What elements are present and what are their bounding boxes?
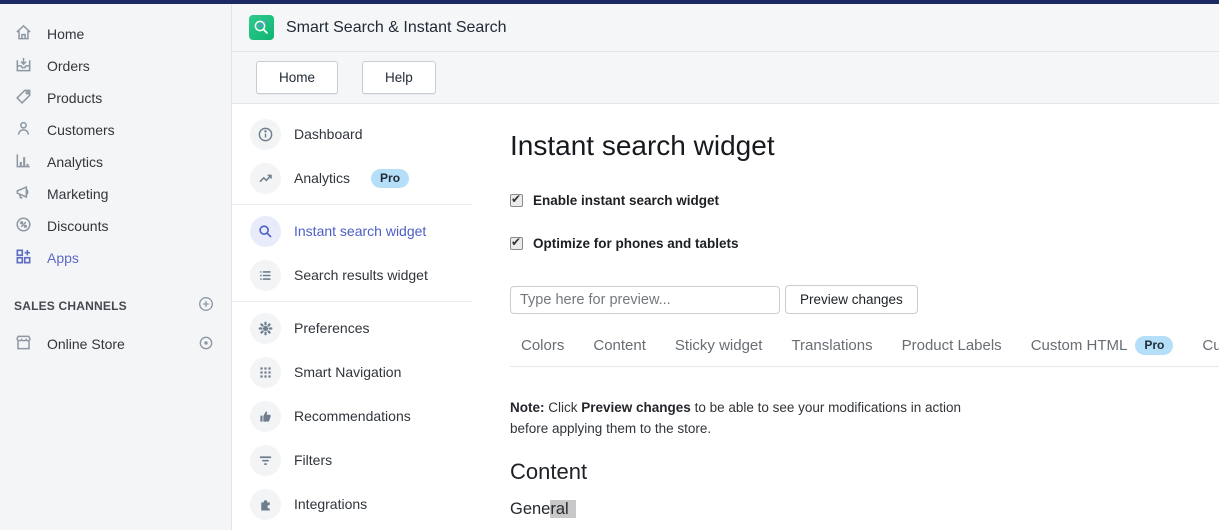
- note-prefix: Note:: [510, 400, 545, 415]
- app-nav-filters[interactable]: Filters: [232, 438, 472, 482]
- page-title: Instant search widget: [510, 130, 775, 161]
- app-nav-label: Smart Navigation: [294, 364, 402, 380]
- app-nav-label: Filters: [294, 452, 333, 468]
- apps-icon: [14, 247, 33, 269]
- app-sidebar: Dashboard Analytics Pro Instant search w…: [232, 104, 472, 530]
- sidebar-item-label: Orders: [47, 58, 90, 74]
- app-title-bar: Smart Search & Instant Search: [232, 4, 1219, 52]
- analytics-icon: [14, 151, 33, 173]
- sidebar-divider: [232, 204, 472, 205]
- tabs-divider: [510, 366, 1219, 367]
- shopify-sidebar: Home Orders Products Customers Analytics…: [0, 4, 232, 530]
- app-nav-label: Dashboard: [294, 126, 363, 142]
- list-icon: [250, 259, 281, 291]
- sidebar-item-label: Home: [47, 26, 85, 42]
- app-nav-recommendations[interactable]: Recommendations: [232, 394, 472, 438]
- app-logo-icon: [249, 15, 274, 40]
- main-content: Instant search widget Enable instant sea…: [472, 104, 1219, 530]
- sidebar-item-customers[interactable]: Customers: [0, 114, 231, 146]
- sidebar-divider: [232, 301, 472, 302]
- note-bold: Preview changes: [581, 400, 691, 415]
- checkbox-checked[interactable]: [510, 235, 523, 250]
- content-section-heading: Content: [510, 458, 588, 484]
- discount-icon: [14, 215, 33, 237]
- pro-badge: Pro: [371, 168, 410, 188]
- app-nav-label: Analytics: [294, 170, 351, 186]
- app-nav-instant-search-widget[interactable]: Instant search widget: [232, 209, 472, 253]
- sidebar-item-analytics[interactable]: Analytics: [0, 146, 231, 178]
- sidebar-item-home[interactable]: Home: [0, 18, 231, 50]
- app-title: Smart Search & Instant Search: [286, 18, 507, 36]
- sidebar-item-orders[interactable]: Orders: [0, 50, 231, 82]
- tab-sticky-widget[interactable]: Sticky widget: [675, 337, 763, 354]
- settings-tabs: Colors Content Sticky widget Translation…: [510, 336, 1219, 355]
- app-nav-search-results-widget[interactable]: Search results widget: [232, 253, 472, 297]
- sidebar-item-products[interactable]: Products: [0, 82, 231, 114]
- tab-custom-clipped[interactable]: Custom: [1202, 337, 1219, 354]
- sales-channels-header: SALES CHANNELS: [0, 296, 231, 316]
- sidebar-item-online-store[interactable]: Online Store: [0, 328, 231, 360]
- sidebar-item-label: Customers: [47, 122, 115, 138]
- filter-icon: [250, 444, 281, 476]
- checkbox-checked[interactable]: [510, 192, 523, 207]
- tab-label: Custom HTML: [1030, 337, 1128, 354]
- info-icon: [250, 118, 281, 150]
- view-eye-icon[interactable]: [197, 334, 215, 355]
- sidebar-item-label: Products: [47, 90, 103, 106]
- app-nav-label: Instant search widget: [294, 223, 427, 239]
- tab-content[interactable]: Content: [593, 337, 646, 354]
- sidebar-item-marketing[interactable]: Marketing: [0, 178, 231, 210]
- app-nav-smart-navigation[interactable]: Smart Navigation: [232, 350, 472, 394]
- add-channel-icon[interactable]: [197, 295, 215, 318]
- thumbs-up-icon: [250, 400, 281, 432]
- preview-input[interactable]: [510, 285, 780, 314]
- app-toolbar: Home Help: [232, 52, 1219, 104]
- sidebar-item-discounts[interactable]: Discounts: [0, 210, 231, 242]
- tab-custom-html[interactable]: Custom HTML Pro: [1031, 336, 1174, 355]
- optimize-mobile-checkbox-row[interactable]: Optimize for phones and tablets: [510, 235, 1219, 251]
- app-nav-dashboard[interactable]: Dashboard: [232, 112, 472, 156]
- home-icon: [14, 23, 33, 45]
- search-icon: [250, 215, 281, 247]
- app-nav-label: Preferences: [294, 320, 370, 336]
- sales-channels-label: SALES CHANNELS: [14, 299, 127, 313]
- customers-icon: [14, 119, 33, 141]
- tab-translations[interactable]: Translations: [791, 337, 872, 354]
- help-button[interactable]: Help: [362, 61, 436, 94]
- app-nav-label: Search results widget: [294, 267, 428, 283]
- pro-badge: Pro: [1135, 336, 1174, 355]
- storefront-icon: [14, 333, 33, 355]
- selected-text: ral: [550, 499, 576, 518]
- puzzle-icon: [250, 488, 281, 520]
- checkbox-label: Enable instant search widget: [533, 193, 720, 208]
- note-text: Note: Click Preview changes to be able t…: [510, 400, 961, 436]
- tag-icon: [14, 87, 33, 109]
- sidebar-item-label: Apps: [47, 250, 79, 266]
- megaphone-icon: [14, 183, 33, 205]
- app-frame: Smart Search & Instant Search Home Help …: [232, 4, 1219, 530]
- orders-icon: [14, 55, 33, 77]
- app-nav-analytics[interactable]: Analytics Pro: [232, 156, 472, 200]
- enable-widget-checkbox-row[interactable]: Enable instant search widget: [510, 192, 1219, 208]
- home-button[interactable]: Home: [256, 61, 339, 94]
- sidebar-item-label: Discounts: [47, 218, 109, 234]
- checkbox-label: Optimize for phones and tablets: [533, 236, 739, 251]
- preview-controls: Preview changes: [510, 285, 1219, 314]
- tab-colors[interactable]: Colors: [521, 337, 564, 354]
- sidebar-item-label: Online Store: [47, 336, 125, 352]
- tab-product-labels[interactable]: Product Labels: [902, 337, 1002, 354]
- app-nav-integrations[interactable]: Integrations: [232, 482, 472, 526]
- sidebar-item-label: Analytics: [47, 154, 104, 170]
- app-nav-label: Recommendations: [294, 408, 411, 424]
- app-nav-preferences[interactable]: Preferences: [232, 306, 472, 350]
- gear-icon: [250, 312, 281, 344]
- preview-changes-button[interactable]: Preview changes: [785, 285, 918, 314]
- trend-icon: [250, 162, 281, 194]
- grid-icon: [250, 356, 281, 388]
- general-subheading: General: [510, 499, 1219, 519]
- app-nav-label: Integrations: [294, 496, 368, 512]
- sidebar-item-apps[interactable]: Apps: [0, 242, 231, 274]
- sidebar-item-label: Marketing: [47, 186, 109, 202]
